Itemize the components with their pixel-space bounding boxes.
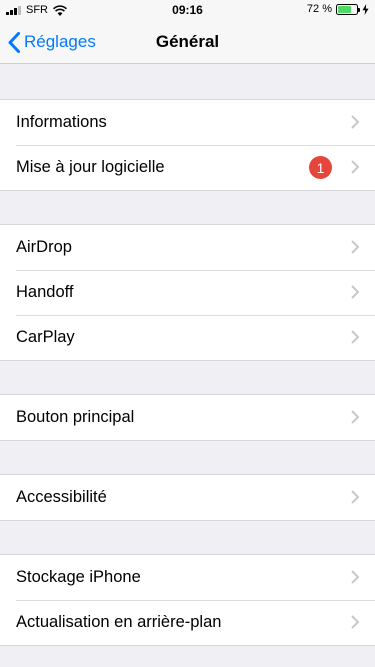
row-software-update[interactable]: Mise à jour logicielle 1 — [0, 145, 375, 190]
row-label: Stockage iPhone — [16, 568, 141, 586]
navigation-bar: Réglages Général — [0, 20, 375, 64]
battery-percent: 72 % — [306, 3, 332, 15]
battery-fill — [338, 5, 351, 13]
chevron-right-icon — [351, 490, 359, 504]
chevron-right-icon — [351, 160, 359, 174]
charging-bolt-icon — [362, 3, 369, 15]
row-informations[interactable]: Informations — [0, 100, 375, 145]
notification-badge: 1 — [309, 156, 332, 179]
row-label: Mise à jour logicielle — [16, 158, 165, 176]
chevron-right-icon — [351, 570, 359, 584]
row-label: CarPlay — [16, 328, 75, 346]
row-label: Informations — [16, 113, 107, 131]
row-label: Actualisation en arrière-plan — [16, 613, 222, 631]
row-iphone-storage[interactable]: Stockage iPhone — [0, 555, 375, 600]
chevron-right-icon — [351, 410, 359, 424]
row-handoff[interactable]: Handoff — [0, 270, 375, 315]
status-right: 72 % — [307, 3, 369, 15]
chevron-right-icon — [351, 115, 359, 129]
row-label: Handoff — [16, 283, 74, 301]
chevron-right-icon — [351, 285, 359, 299]
chevron-right-icon — [351, 330, 359, 344]
row-label: Bouton principal — [16, 408, 135, 426]
chevron-right-icon — [351, 615, 359, 629]
chevron-right-icon — [351, 240, 359, 254]
settings-group-info: Informations Mise à jour logicielle 1 — [0, 99, 375, 191]
settings-group-home-button: Bouton principal — [0, 394, 375, 441]
row-carplay[interactable]: CarPlay — [0, 315, 375, 360]
settings-group-accessibility: Accessibilité — [0, 474, 375, 521]
settings-group-connectivity: AirDrop Handoff CarPlay — [0, 224, 375, 361]
row-label: Accessibilité — [16, 488, 107, 506]
page-title: Général — [155, 32, 220, 51]
row-accessibility[interactable]: Accessibilité — [0, 475, 375, 520]
row-airdrop[interactable]: AirDrop — [0, 225, 375, 270]
row-background-refresh[interactable]: Actualisation en arrière-plan — [0, 600, 375, 645]
settings-group-storage: Stockage iPhone Actualisation en arrière… — [0, 554, 375, 646]
battery-icon — [336, 3, 360, 15]
row-home-button[interactable]: Bouton principal — [0, 395, 375, 440]
status-bar: SFR 09:16 72 % — [0, 0, 375, 20]
row-label: AirDrop — [16, 238, 72, 256]
